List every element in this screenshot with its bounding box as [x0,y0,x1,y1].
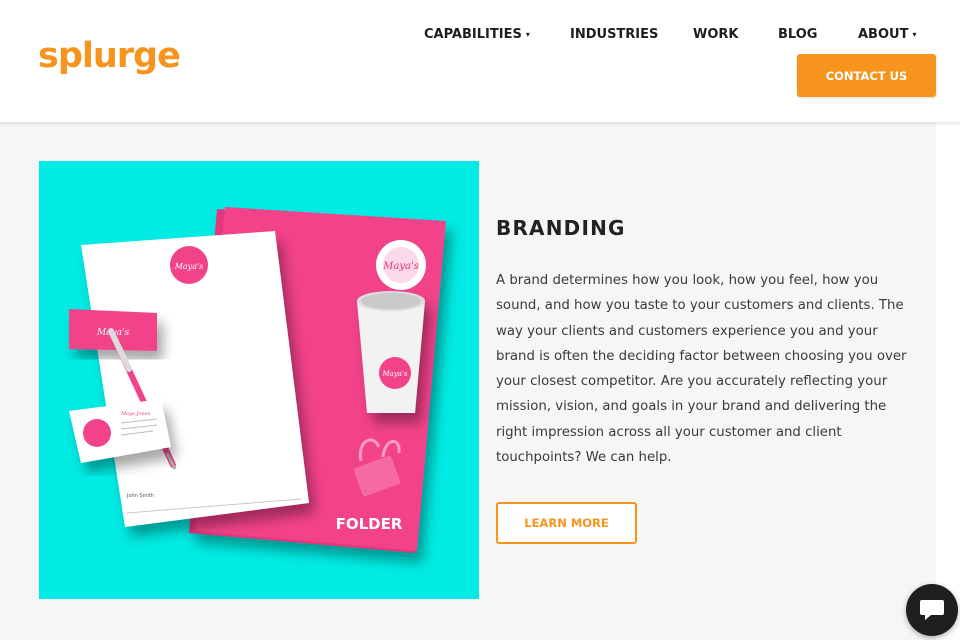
folder-label: FOLDER [336,515,403,533]
section-description: A brand determines how you look, how you… [496,273,907,466]
splurge-logo[interactable]: splurge [38,36,181,76]
nav-item-label: CAPABILITIES [424,27,522,42]
svg-text:Maya's: Maya's [382,370,408,378]
folder-logo-badge: Maya's [376,240,426,290]
nav-item-capabilities[interactable]: CAPABILITIES ▾ [424,27,530,42]
caret-down-icon: ▾ [525,30,530,39]
nav-item-label: BLOG [778,27,818,42]
paper-cup: Maya's [357,291,425,413]
learn-more-button[interactable]: LEARN MORE [496,502,637,544]
svg-text:Maya's: Maya's [174,262,204,271]
nav-item-industries[interactable]: INDUSTRIES [570,27,658,42]
nav-item-about[interactable]: ABOUT ▾ [858,27,916,42]
caret-down-icon: ▾ [912,30,917,39]
nav-item-label: INDUSTRIES [570,27,659,42]
stationery-mockup-image: Maya's Maya's FOLDER Maya's John Smith M… [69,207,446,553]
right-gutter [936,122,960,640]
section-title: BRANDING [496,216,626,240]
branding-illustration: Maya's Maya's FOLDER Maya's John Smith M… [39,161,479,599]
chat-bubble-icon [920,600,944,620]
card-logo [83,419,111,447]
nav-item-work[interactable]: WORK [693,27,738,42]
contact-us-button[interactable]: CONTACT US [797,54,936,97]
svg-text:John Smith: John Smith [126,493,154,499]
nav-item-label: ABOUT [858,27,909,42]
chat-widget-button[interactable] [906,584,958,636]
svg-text:Maya's: Maya's [382,261,419,272]
svg-text:Maya Jones: Maya Jones [120,411,151,417]
site-header: splurge CAPABILITIES ▾ INDUSTRIES WORK B… [0,0,960,122]
nav-item-blog[interactable]: BLOG [778,27,817,42]
nav-item-label: WORK [693,27,739,42]
